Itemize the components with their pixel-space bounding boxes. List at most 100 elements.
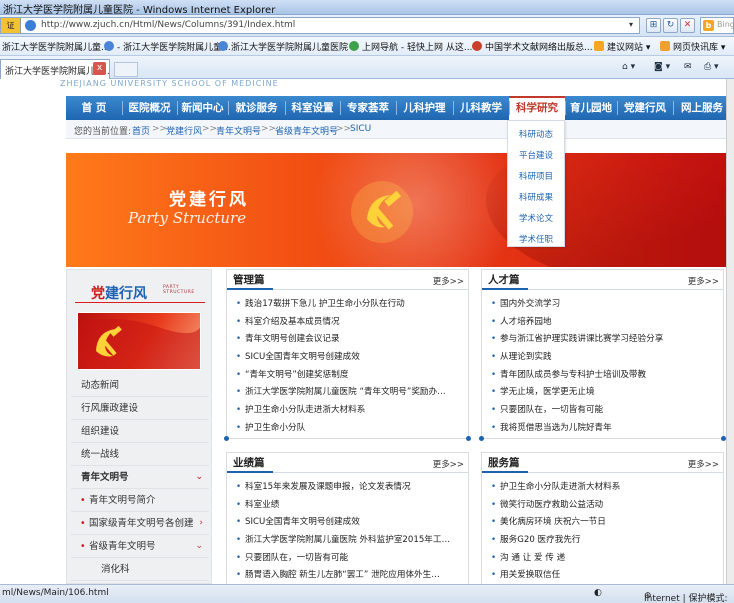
dropdown-item[interactable]: 科研成果 <box>508 191 564 203</box>
close-tab-icon[interactable]: x <box>93 62 106 75</box>
favorite-link[interactable]: 浙江大学医学院附属儿童... <box>2 40 110 53</box>
suggested-sites-link[interactable]: 建议网站 ▾ <box>594 40 650 53</box>
list-item[interactable]: 学无止境，医学更无止境 <box>491 384 719 402</box>
nav-item[interactable]: 医院概况 <box>122 96 177 120</box>
list-item[interactable]: 美化病房环境 庆祝六一节日 <box>491 514 719 532</box>
address-dropdown-icon[interactable]: ▾ <box>629 20 633 29</box>
nav-item[interactable]: 儿科护理 <box>396 96 453 120</box>
content-box-talent: 人才篇 更多>> 国内外交流学习人才培养园地参与浙江省护理实践讲课比赛学习经验分享从… <box>479 269 726 441</box>
dropdown-item[interactable]: 科研项目 <box>508 170 564 182</box>
new-tab-button[interactable] <box>114 62 138 77</box>
list-item[interactable]: 参与浙江省护理实践讲课比赛学习经验分享 <box>491 331 719 349</box>
box-title: 人才篇 <box>488 274 520 286</box>
dropdown-item[interactable]: 平台建设 <box>508 149 564 161</box>
list-item[interactable]: 我将觅借思当选为儿院好青年 <box>491 420 719 438</box>
page-scrollbar[interactable] <box>726 79 734 584</box>
active-tab[interactable]: 浙江大学医学院附属儿童... x <box>0 59 110 79</box>
web-slice-gallery-link[interactable]: 网页快讯库 ▾ <box>660 40 725 53</box>
favorite-link[interactable]: - 浙江大学医学院附属儿童... <box>104 40 231 53</box>
nav-item[interactable]: 专家荟萃 <box>340 96 396 120</box>
list-item[interactable]: 微笑行动医疗救助公益活动 <box>491 497 719 515</box>
print-icon[interactable]: ⎙ ▾ <box>704 62 719 72</box>
address-input[interactable]: 证 http://www.zjuch.cn/Html/News/Columns/… <box>0 17 640 34</box>
sidebar-item[interactable]: 青年文明号简介 <box>71 489 209 512</box>
search-input[interactable]: b Bing <box>700 17 734 34</box>
list-item[interactable]: 用关爱换取信任 <box>491 567 719 584</box>
more-link[interactable]: 更多>> <box>688 458 719 470</box>
nav-item[interactable]: 新闻中心 <box>177 96 228 120</box>
mail-icon[interactable]: ✉ <box>684 62 692 72</box>
list-item[interactable]: 科室介绍及基本成员情况 <box>236 314 464 332</box>
sidebar-item[interactable]: 动态新闻 <box>71 374 209 397</box>
list-item[interactable]: 沟 通 让 爱 传 递 <box>491 550 719 568</box>
dropdown-item[interactable]: 学术论文 <box>508 212 564 224</box>
sidebar-item-label: 消化科 <box>101 564 130 575</box>
sidebar-item[interactable]: 省级青年文明号 ⌄ <box>71 535 209 558</box>
nav-item[interactable]: 科学研究 <box>509 96 565 120</box>
stop-icon[interactable]: ✕ <box>680 18 695 33</box>
list-item[interactable]: 浙江大学医学院附属儿童医院 外科监护室2015年工… <box>236 532 464 550</box>
breadcrumb-link[interactable]: 党建行风 <box>166 124 202 137</box>
list-item[interactable]: 科室业绩 <box>236 497 464 515</box>
compat-view-icon[interactable]: ⊞ <box>646 18 661 33</box>
list-item[interactable]: 护卫生命小分队走进浙大材料系 <box>491 479 719 497</box>
rss-icon[interactable]: ◙ ▾ <box>654 62 670 72</box>
nav-item[interactable]: 党建行风 <box>617 96 673 120</box>
breadcrumb-link[interactable]: 青年文明号 <box>216 124 261 137</box>
nav-item[interactable]: 儿科教学 <box>453 96 509 120</box>
section-banner: 党建行风 Party Structure <box>66 153 726 267</box>
nav-separator <box>177 101 178 115</box>
nav-item[interactable]: 就诊服务 <box>228 96 285 120</box>
main-navigation: 首 页医院概况 新闻中心 就诊服务 科室设置 专家荟萃 儿科护理 儿科教学 科学研究 育儿园地党… <box>66 96 734 120</box>
nav-separator <box>509 101 510 115</box>
list-item[interactable]: 护卫生命小分队 <box>236 420 464 438</box>
list-item[interactable]: 青年团队成员参与专科护士培训及带教 <box>491 367 719 385</box>
list-item[interactable]: 肠胃语入胸腔 新生儿左肺“罢工” 泄陀应用体外生… <box>236 567 464 584</box>
sidebar-item[interactable]: 国家级青年文明号各创建 › <box>71 512 209 535</box>
more-link[interactable]: 更多>> <box>688 275 719 287</box>
favorite-link[interactable]: 上网导航 - 轻快上网 从这... <box>349 40 472 53</box>
home-icon[interactable]: ⌂ ▾ <box>622 62 635 72</box>
refresh-icon[interactable]: ↻ <box>663 18 678 33</box>
dropdown-item[interactable]: 学术任职 <box>508 233 564 245</box>
list-item[interactable]: SICU全国青年文明号创建成效 <box>236 349 464 367</box>
box-corner-dot <box>466 436 471 441</box>
sidebar-item[interactable]: 组织建设 <box>71 420 209 443</box>
list-item[interactable]: 国内外交流学习 <box>491 296 719 314</box>
breadcrumb-link[interactable]: 首页 <box>132 124 150 137</box>
list-item[interactable]: 服务G20 医疗我先行 <box>491 532 719 550</box>
nav-item[interactable]: 首 页 <box>66 96 122 120</box>
list-item[interactable]: 人才培养园地 <box>491 314 719 332</box>
nav-separator <box>617 101 618 115</box>
list-item[interactable]: 践治17载拼下急儿 护卫生命小分队在行动 <box>236 296 464 314</box>
address-url[interactable]: http://www.zjuch.cn/Html/News/Columns/39… <box>41 20 295 30</box>
list-item[interactable]: 只要团队在，一切皆有可能 <box>491 402 719 420</box>
favorite-link[interactable]: 中国学术文献网络出版总... <box>472 40 593 53</box>
breadcrumb-link[interactable]: 省级青年文明号 <box>275 124 338 137</box>
list-item[interactable]: 浙江大学医学院附属儿童医院 “青年文明号”奖励办… <box>236 384 464 402</box>
status-url: ml/News/Main/106.html <box>2 588 109 598</box>
list-item[interactable]: 从理论到实践 <box>491 349 719 367</box>
list-item[interactable]: 护卫生命小分队走进浙大材料系 <box>236 402 464 420</box>
sidebar-item[interactable]: 青年文明号 ⌄ <box>71 466 209 489</box>
nav-item[interactable]: 育儿园地 <box>565 96 617 120</box>
favorite-link[interactable]: 浙江大学医学院附属儿童医院 <box>218 40 348 53</box>
more-link[interactable]: 更多>> <box>433 275 464 287</box>
box-list: 践治17载拼下急儿 护卫生命小分队在行动科室介绍及基本成员情况青年文明号创建会议… <box>236 296 464 438</box>
list-item[interactable]: 只要团队在，一切皆有可能 <box>236 550 464 568</box>
sidebar-item[interactable]: 消化科 <box>71 558 209 581</box>
nav-item[interactable]: 网上服务 <box>673 96 731 120</box>
sidebar-header: 党建行风 PARTY STRUCTURE <box>75 277 205 307</box>
list-item[interactable]: 科室15年来发展及课题申报，论文发表情况 <box>236 479 464 497</box>
list-item[interactable]: “青年文明号”创建奖惩制度 <box>236 367 464 385</box>
list-item[interactable]: 青年文明号创建会议记录 <box>236 331 464 349</box>
sidebar-header-divider <box>75 302 205 303</box>
dropdown-item[interactable]: 科研动态 <box>508 128 564 140</box>
breadcrumb-link[interactable]: SICU <box>350 124 371 134</box>
nav-item[interactable]: 科室设置 <box>285 96 340 120</box>
list-item[interactable]: SICU全国青年文明号创建成效 <box>236 514 464 532</box>
sidebar-item[interactable]: 统一战线 <box>71 443 209 466</box>
nav-separator <box>228 101 229 115</box>
sidebar-item[interactable]: 行风廉政建设 <box>71 397 209 420</box>
more-link[interactable]: 更多>> <box>433 458 464 470</box>
